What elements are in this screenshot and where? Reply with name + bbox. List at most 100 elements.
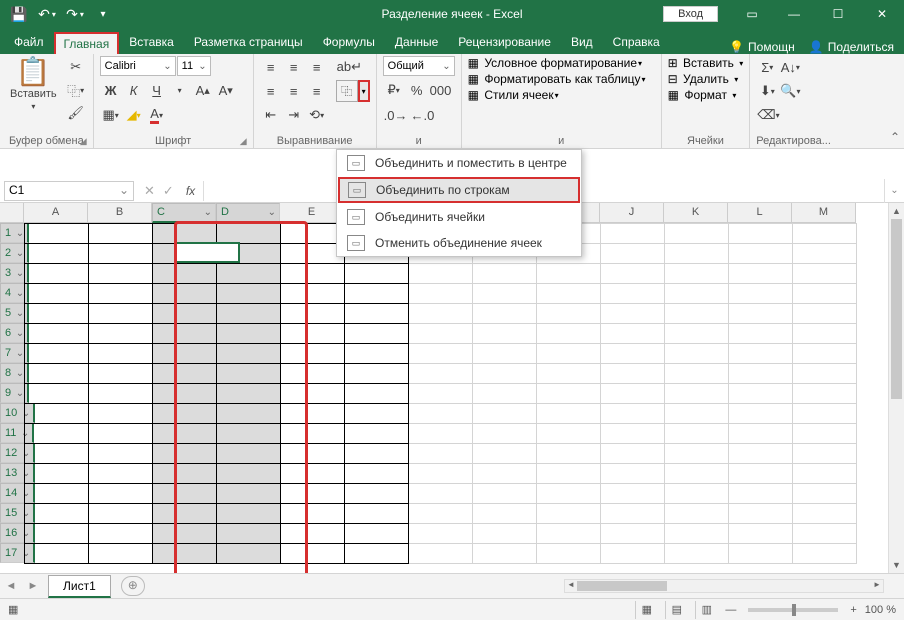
sign-in-button[interactable]: Вход [663,6,718,22]
font-name-select[interactable]: Calibri [100,56,176,76]
decrease-decimal-button[interactable]: ←.0 [409,104,435,126]
column-header-B[interactable]: B [88,203,152,223]
tab-view[interactable]: Вид [561,30,603,54]
tab-insert[interactable]: Вставка [119,30,184,54]
paste-button[interactable]: 📋 Вставить ▾ [6,56,61,113]
page-layout-view-button[interactable]: ▤ [665,601,687,619]
column-header-D[interactable]: D [216,203,280,223]
menu-unmerge[interactable]: ▭Отменить объединение ячеек [337,230,581,256]
font-size-select[interactable]: 11 [177,56,211,76]
tab-page-layout[interactable]: Разметка страницы [184,30,313,54]
close-button[interactable]: ✕ [860,0,904,28]
conditional-formatting-button[interactable]: ▦ Условное форматирование▾ [468,56,642,70]
tab-file[interactable]: Файл [4,30,54,54]
copy-button[interactable]: ⿻ ▾ [65,79,87,101]
expand-formula-bar-button[interactable]: ⌄ [884,179,904,203]
zoom-slider[interactable] [748,608,838,612]
clear-button[interactable]: ⌫▾ [756,104,780,126]
tell-me-button[interactable]: 💡Помощн [729,40,795,54]
font-color-button[interactable]: A▾ [146,104,168,126]
collapse-ribbon-button[interactable]: ⌃ [890,130,900,144]
tab-data[interactable]: Данные [385,30,448,54]
sheet-tab-1[interactable]: Лист1 [48,575,111,598]
zoom-out-button[interactable]: — [725,604,736,616]
underline-button[interactable]: Ч [146,79,168,101]
cancel-formula-button[interactable]: ✕ [144,183,155,199]
select-all-corner[interactable] [0,203,24,223]
column-header-A[interactable]: A [24,203,88,223]
normal-view-button[interactable]: ▦ [635,601,657,619]
column-header-C[interactable]: C [152,203,216,223]
sort-filter-button[interactable]: A↓▾ [779,56,801,78]
italic-button[interactable]: К [123,79,145,101]
format-as-table-button[interactable]: ▦ Форматировать как таблицу▾ [468,72,646,86]
merge-button[interactable]: ⿻ ▾ [336,80,370,102]
column-header-M[interactable]: M [792,203,856,223]
ribbon-options-button[interactable]: ▭ [732,0,772,28]
minimize-button[interactable]: — [772,0,816,28]
record-macro-icon[interactable]: ▦ [8,603,18,616]
cells-table[interactable] [24,223,857,564]
insert-cells-button[interactable]: ⊞ Вставить ▾ [668,56,744,70]
increase-indent-button[interactable]: ⇥ [283,104,305,126]
zoom-level[interactable]: 100 % [865,604,896,616]
cut-button[interactable]: ✂ [65,56,87,78]
underline-drop[interactable]: ▾ [169,79,191,101]
scroll-up-button[interactable]: ▲ [889,203,904,219]
menu-merge-center[interactable]: ▭Объединить и поместить в центре [337,150,581,176]
align-left-button[interactable]: ≡ [260,80,282,102]
number-format-select[interactable]: Общий [383,56,455,76]
qat-customize[interactable]: ▾ [90,2,116,26]
scroll-left-button[interactable]: ◄ [565,580,577,589]
tab-formulas[interactable]: Формулы [313,30,385,54]
cell-styles-button[interactable]: ▦ Стили ячеек▾ [468,88,559,102]
fx-label[interactable]: fx [186,184,195,198]
dialog-launcher-icon[interactable]: ◢ [80,136,87,147]
increase-decimal-button[interactable]: .0→ [383,104,409,126]
currency-button[interactable]: ₽▾ [383,79,405,101]
fill-button[interactable]: ⬇▾ [756,80,778,102]
column-header-K[interactable]: K [664,203,728,223]
percent-button[interactable]: % [406,79,428,101]
tab-help[interactable]: Справка [603,30,670,54]
maximize-button[interactable]: ☐ [816,0,860,28]
decrease-indent-button[interactable]: ⇤ [260,104,282,126]
hscroll-thumb[interactable] [577,581,667,591]
align-middle-button[interactable]: ≡ [283,56,305,78]
horizontal-scrollbar[interactable]: ◄ ► [564,579,884,593]
orientation-button[interactable]: ⟲▾ [306,104,328,126]
enter-formula-button[interactable]: ✓ [163,183,174,199]
shrink-font-button[interactable]: A▾ [215,79,237,101]
grow-font-button[interactable]: A▴ [192,79,214,101]
menu-merge-cells[interactable]: ▭Объединить ячейки [337,204,581,230]
align-bottom-button[interactable]: ≡ [306,56,328,78]
column-header-E[interactable]: E [280,203,344,223]
find-button[interactable]: 🔍▾ [779,80,801,102]
align-top-button[interactable]: ≡ [260,56,282,78]
new-sheet-button[interactable]: ⊕ [121,576,145,596]
bold-button[interactable]: Ж [100,79,122,101]
delete-cells-button[interactable]: ⊟ Удалить ▾ [668,72,739,86]
wrap-text-button[interactable]: ab↵ [336,56,363,78]
undo-button[interactable]: ↶▾ [34,2,60,26]
active-cell[interactable] [175,242,240,263]
comma-button[interactable]: 000 [429,79,453,101]
format-painter-button[interactable]: 🖌 [65,102,87,124]
autosum-button[interactable]: Σ▾ [756,56,778,78]
save-button[interactable]: 💾 [6,2,32,26]
align-right-button[interactable]: ≡ [306,80,328,102]
zoom-in-button[interactable]: + [850,604,856,616]
menu-merge-across[interactable]: ▭Объединить по строкам [338,177,580,203]
scroll-down-button[interactable]: ▼ [889,557,904,573]
column-header-L[interactable]: L [728,203,792,223]
column-header-J[interactable]: J [600,203,664,223]
page-break-view-button[interactable]: ▥ [695,601,717,619]
fill-color-button[interactable]: ◢▾ [123,104,145,126]
format-cells-button[interactable]: ▦ Формат ▾ [668,88,737,102]
scroll-right-button[interactable]: ► [871,580,883,589]
merge-dropdown-arrow[interactable]: ▾ [358,80,370,102]
redo-button[interactable]: ↷▾ [62,2,88,26]
sheet-nav-next[interactable]: ► [22,580,44,592]
scroll-thumb[interactable] [891,219,902,399]
worksheet-grid[interactable]: ABCDEFGHIJKLM 1234567891011121314151617 … [0,203,904,573]
